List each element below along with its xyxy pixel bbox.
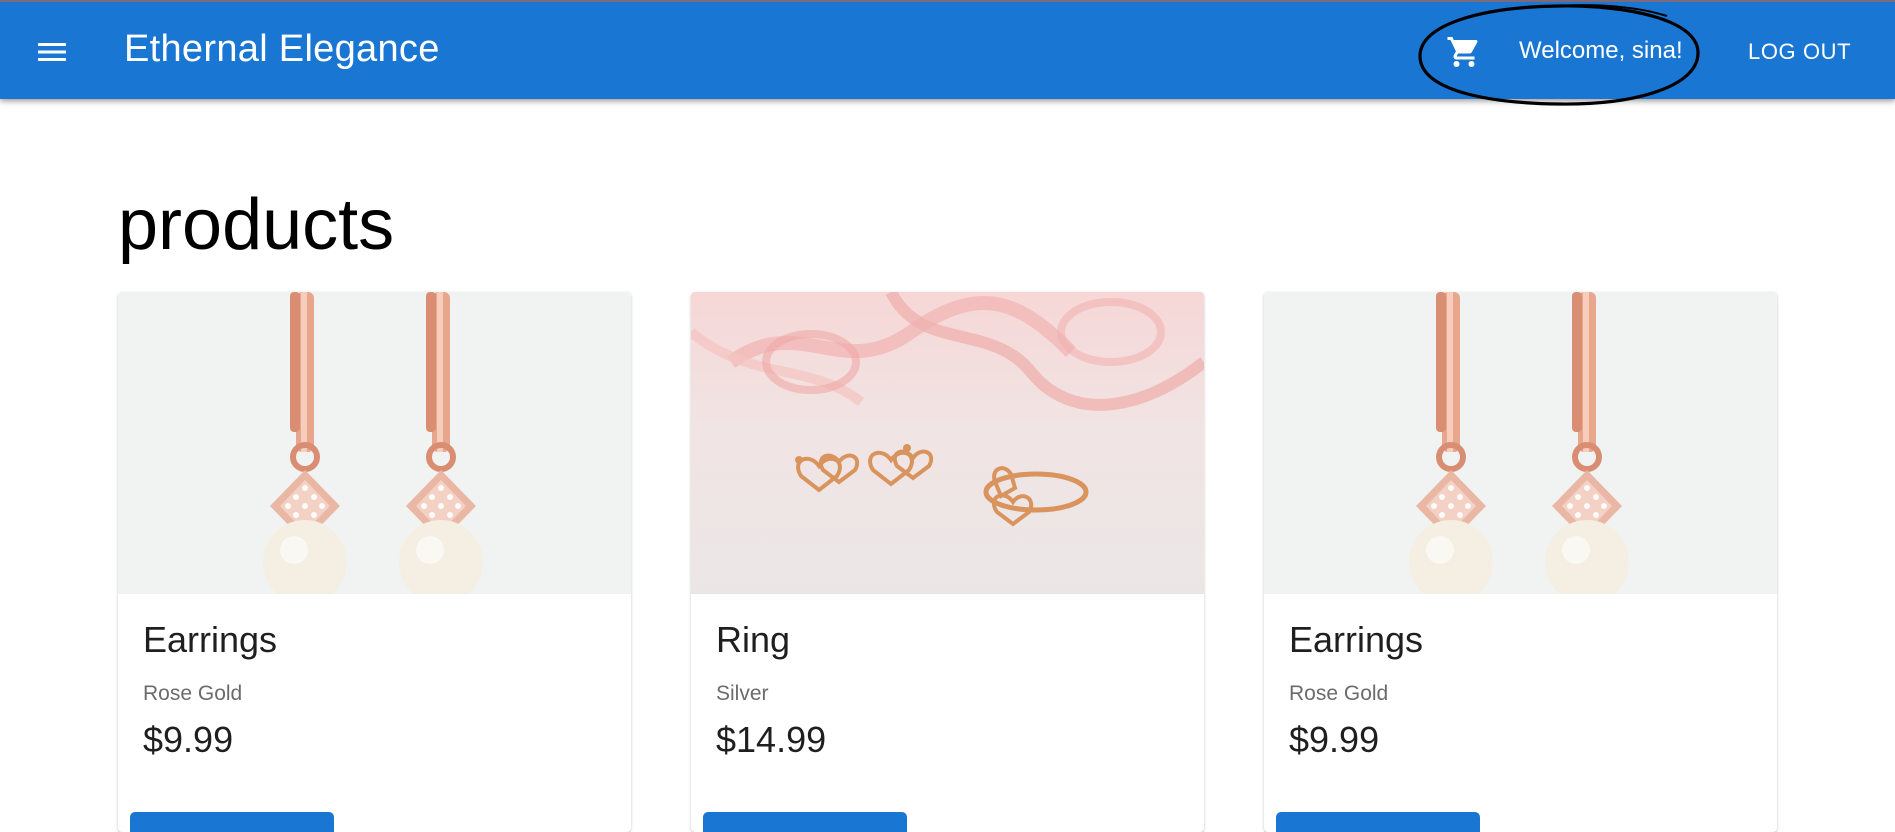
product-card[interactable]: Earrings Rose Gold $9.99 bbox=[118, 292, 631, 832]
product-material: Rose Gold bbox=[143, 682, 243, 705]
product-price: $9.99 bbox=[1289, 719, 1380, 760]
page-title: products bbox=[118, 185, 395, 265]
app-title: Ethernal Elegance bbox=[124, 28, 440, 70]
product-name: Ring bbox=[716, 619, 791, 660]
product-card[interactable]: Ring Silver $14.99 bbox=[691, 292, 1204, 832]
product-name: Earrings bbox=[1289, 619, 1424, 660]
add-to-cart-button[interactable] bbox=[1276, 812, 1480, 832]
welcome-message: Welcome, sina! bbox=[1519, 37, 1683, 64]
add-to-cart-button[interactable] bbox=[703, 812, 907, 832]
shopping-cart-icon[interactable] bbox=[1446, 34, 1482, 70]
product-image-earrings bbox=[1264, 292, 1777, 594]
product-name: Earrings bbox=[143, 619, 278, 660]
product-material: Silver bbox=[716, 682, 769, 705]
product-image-ring bbox=[691, 292, 1204, 594]
product-image-earrings bbox=[118, 292, 631, 594]
product-material: Rose Gold bbox=[1289, 682, 1389, 705]
menu-icon[interactable] bbox=[34, 38, 70, 66]
product-price: $9.99 bbox=[143, 719, 234, 760]
product-card[interactable]: Earrings Rose Gold $9.99 bbox=[1264, 292, 1777, 832]
app-bar: Ethernal Elegance Welcome, sina! LOG OUT bbox=[0, 0, 1895, 99]
add-to-cart-button[interactable] bbox=[130, 812, 334, 832]
product-price: $14.99 bbox=[716, 719, 827, 760]
logout-button[interactable]: LOG OUT bbox=[1736, 32, 1863, 72]
